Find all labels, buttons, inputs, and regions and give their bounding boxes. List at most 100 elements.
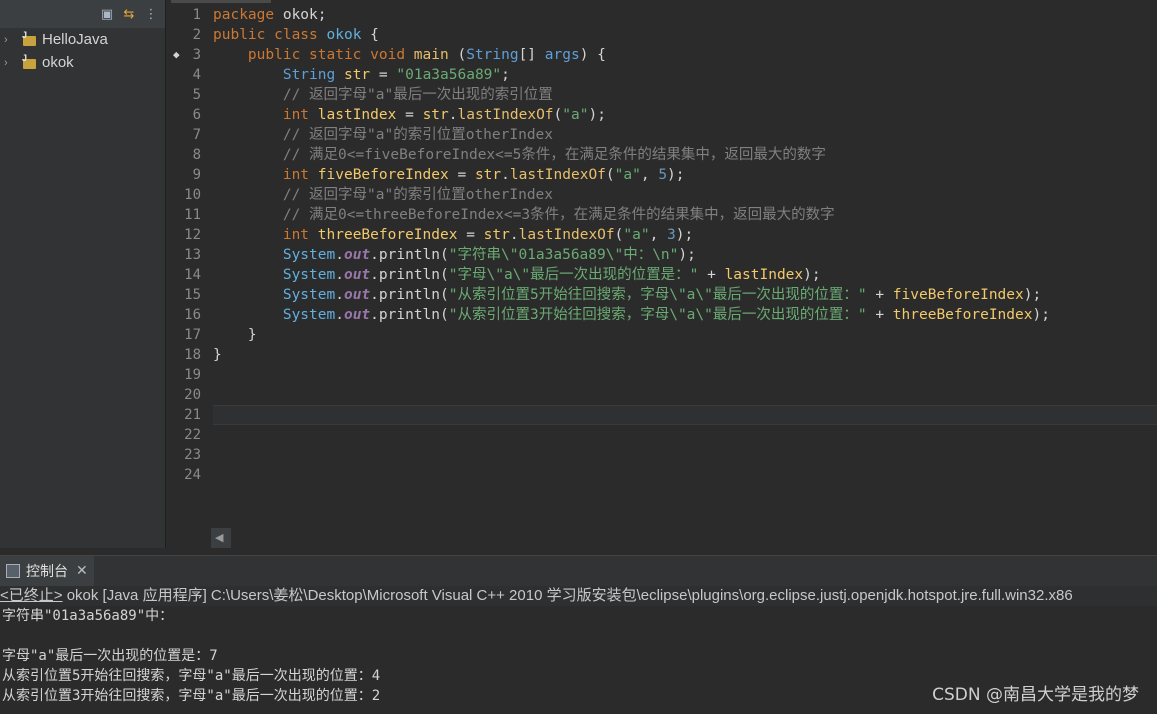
code-line[interactable]: } (213, 345, 1157, 365)
code-token: out (343, 307, 371, 323)
line-number: 6 (192, 107, 201, 123)
code-token: // 返回字母"a"的索引位置otherIndex (213, 127, 554, 143)
code-line[interactable] (213, 405, 1157, 425)
line-number: 11 (184, 207, 201, 223)
code-line[interactable]: } (213, 325, 1157, 345)
explorer-toolbar: ▣ ⇆ ⋮ (0, 0, 165, 28)
tree-item-label: HelloJava (42, 31, 108, 48)
code-area[interactable]: package okok; public class okok { public … (213, 5, 1157, 485)
terminated-label: <已终止> (0, 587, 63, 604)
console-status: <已终止> okok [Java 应用程序] C:\Users\姜松\Deskt… (0, 586, 1157, 606)
code-token: ); (803, 267, 821, 283)
expand-arrow-icon[interactable]: › (4, 57, 16, 69)
code-line[interactable]: public static void main (String[] args) … (213, 45, 1157, 65)
launch-path: okok [Java 应用程序] C:\Users\姜松\Desktop\Mic… (62, 587, 1073, 604)
code-token: + (698, 267, 725, 283)
scrollbar-thumb[interactable] (231, 528, 1157, 548)
tab-console[interactable]: 控制台 ✕ (0, 556, 94, 586)
code-line[interactable] (213, 465, 1157, 485)
code-token: args (544, 47, 580, 63)
console-tabbar (0, 556, 1157, 586)
code-line[interactable]: // 满足0<=fiveBeforeIndex<=5条件，在满足条件的结果集中，… (213, 145, 1157, 165)
link-with-editor-icon[interactable]: ⇆ (121, 6, 137, 22)
tree-item-hellojava[interactable]: › HelloJava (0, 28, 165, 51)
code-token: .println( (370, 247, 449, 263)
line-number: 22 (184, 427, 201, 443)
code-token: 3 (667, 227, 676, 243)
line-number: 20 (184, 387, 201, 403)
code-line[interactable]: // 返回字母"a"的索引位置otherIndex (213, 125, 1157, 145)
line-number: 14 (184, 267, 201, 283)
code-token: 5 (658, 167, 668, 183)
code-token: public static void (213, 47, 414, 63)
close-icon[interactable]: ✕ (76, 563, 88, 579)
code-token: main (413, 47, 449, 63)
console-icon (6, 564, 20, 578)
code-token: lastIndexOf (509, 167, 606, 183)
code-line[interactable]: // 返回字母"a"最后一次出现的索引位置 (213, 85, 1157, 105)
code-token: ; (501, 67, 510, 83)
code-token: int (282, 107, 310, 123)
code-token: out (343, 267, 371, 283)
code-token: . (335, 247, 344, 263)
tree-item-okok[interactable]: › okok (0, 51, 165, 74)
code-line[interactable] (213, 445, 1157, 465)
code-line[interactable]: // 满足0<=threeBeforeIndex<=3条件，在满足条件的结果集中… (213, 205, 1157, 225)
line-number: 17 (184, 327, 201, 343)
code-token: // 满足0<=fiveBeforeIndex<=5条件，在满足条件的结果集中，… (213, 147, 826, 163)
code-line[interactable] (213, 365, 1157, 385)
code-line[interactable]: public class okok { (213, 25, 1157, 45)
code-line[interactable]: int fiveBeforeIndex = str.lastIndexOf("a… (213, 165, 1157, 185)
scroll-left-icon[interactable]: ◀ (215, 531, 223, 544)
code-line[interactable]: String str = "01a3a56a89"; (213, 65, 1157, 85)
line-number: 7 (192, 127, 201, 143)
horizontal-scrollbar[interactable]: ◀ (211, 528, 1157, 548)
code-token: str (483, 227, 510, 243)
line-number: 23 (184, 447, 201, 463)
view-menu-icon[interactable]: ⋮ (143, 6, 159, 22)
editor-tab-strip (171, 0, 271, 3)
code-line[interactable]: System.out.println("从索引位置5开始往回搜索，字母\"a\"… (213, 285, 1157, 305)
code-line[interactable]: int lastIndex = str.lastIndexOf("a"); (213, 105, 1157, 125)
code-line[interactable]: int threeBeforeIndex = str.lastIndexOf("… (213, 225, 1157, 245)
code-token: out (343, 287, 371, 303)
line-number: 13 (184, 247, 201, 263)
code-line[interactable]: package okok; (213, 5, 1157, 25)
code-line[interactable]: System.out.println("字符串\"01a3a56a89\"中：\… (213, 245, 1157, 265)
code-line[interactable] (213, 425, 1157, 445)
code-line[interactable]: System.out.println("从索引位置3开始往回搜索，字母\"a\"… (213, 305, 1157, 325)
code-token: System (282, 287, 336, 303)
code-editor[interactable]: 1 2 ◆ 3 4 5 6 7 8 9 10 11 12 13 14 15 16 17 18 19 20 21 22 23 24… (171, 0, 1157, 548)
code-token: str (343, 67, 371, 83)
expand-arrow-icon[interactable]: › (4, 34, 16, 46)
code-token: "从索引位置5开始往回搜索，字母\"a\"最后一次出现的位置：" (448, 287, 867, 303)
console-line: 字符串"01a3a56a89"中： (2, 608, 174, 624)
tree-item-label: okok (42, 54, 74, 71)
code-line[interactable]: System.out.println("字母\"a\"最后一次出现的位置是：" … (213, 265, 1157, 285)
code-token: = (448, 167, 475, 183)
line-number: 18 (184, 347, 201, 363)
collapse-all-icon[interactable]: ▣ (99, 6, 115, 22)
java-project-icon (22, 53, 38, 71)
code-token: = (370, 67, 397, 83)
code-token: = (457, 227, 484, 243)
line-number: ◆ 3 (171, 45, 209, 65)
code-token: lastIndex (724, 267, 804, 283)
code-token: ( (448, 47, 467, 63)
code-token: okok (326, 27, 362, 43)
code-token: str (422, 107, 449, 123)
code-line[interactable] (213, 385, 1157, 405)
code-token: ( (553, 107, 563, 123)
code-line[interactable]: // 返回字母"a"的索引位置otherIndex (213, 185, 1157, 205)
code-token: out (343, 247, 371, 263)
code-token: ); (667, 167, 685, 183)
override-marker-icon[interactable]: ◆ (173, 45, 180, 65)
code-token: [] (518, 47, 545, 63)
